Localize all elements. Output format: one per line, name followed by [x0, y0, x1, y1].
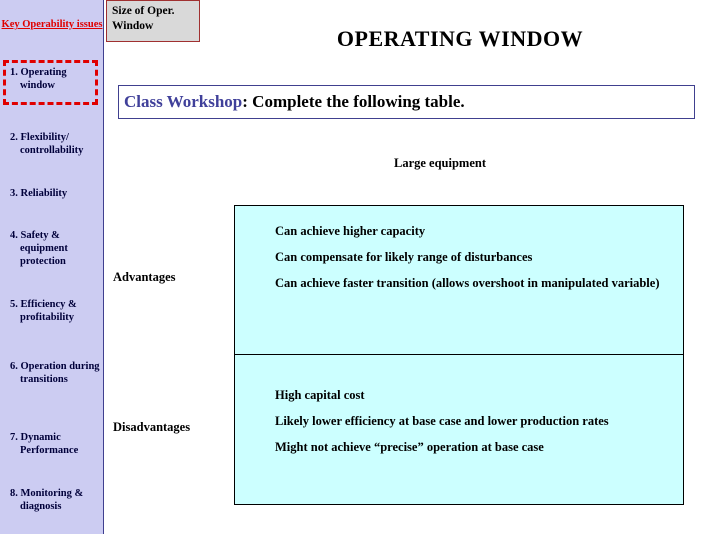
class-workshop-label: Class Workshop — [124, 92, 243, 111]
sidebar-heading: Key Operability issues — [1, 19, 103, 30]
sidebar: Key Operability issues 1. Operating wind… — [0, 0, 104, 534]
table-cell-advantages: Can achieve higher capacity Can compensa… — [234, 205, 684, 355]
sidebar-item-safety[interactable]: 4. Safety & equipment protection — [4, 229, 100, 268]
table-row-label-disadvantages: Disadvantages — [113, 420, 191, 434]
size-of-operating-window-box: Size of Oper. Window — [106, 0, 200, 42]
advantages-list: Can achieve higher capacity Can compensa… — [235, 206, 683, 291]
sidebar-item-operation-transitions[interactable]: 6. Operation during transitions — [4, 360, 100, 386]
class-workshop-banner: Class Workshop: Complete the following t… — [118, 85, 695, 119]
disadvantages-list: High capital cost Likely lower efficienc… — [235, 355, 683, 455]
list-item: Can compensate for likely range of distu… — [275, 250, 533, 264]
table-column-header-large-equipment: Large equipment — [393, 156, 486, 170]
size-box-line1: Size of Oper. — [112, 5, 175, 17]
list-item: Likely lower efficiency at base case and… — [275, 414, 609, 428]
class-workshop-instruction: : Complete the following table. — [242, 92, 465, 111]
sidebar-item-dynamic-performance[interactable]: 7. Dynamic Performance — [4, 431, 100, 457]
list-item: Can achieve higher capacity — [275, 224, 426, 238]
sidebar-item-operating-window[interactable]: 1. Operating window — [4, 66, 100, 92]
sidebar-item-efficiency[interactable]: 5. Efficiency & profitability — [4, 298, 100, 324]
table-row-label-advantages: Advantages — [113, 270, 176, 284]
sidebar-item-monitoring[interactable]: 8. Monitoring & diagnosis — [4, 487, 100, 513]
size-box-line2: Window — [112, 20, 154, 32]
sidebar-item-flexibility[interactable]: 2. Flexibility/ controllability — [4, 131, 100, 157]
list-item: Can achieve faster transition (allows ov… — [275, 276, 660, 290]
list-item: High capital cost — [275, 388, 365, 402]
slide-canvas: Key Operability issues 1. Operating wind… — [0, 0, 720, 540]
list-item: Might not achieve “precise” operation at… — [275, 440, 544, 454]
page-title: OPERATING WINDOW — [336, 26, 584, 51]
table-cell-disadvantages: High capital cost Likely lower efficienc… — [234, 355, 684, 505]
sidebar-item-reliability[interactable]: 3. Reliability — [4, 187, 100, 200]
